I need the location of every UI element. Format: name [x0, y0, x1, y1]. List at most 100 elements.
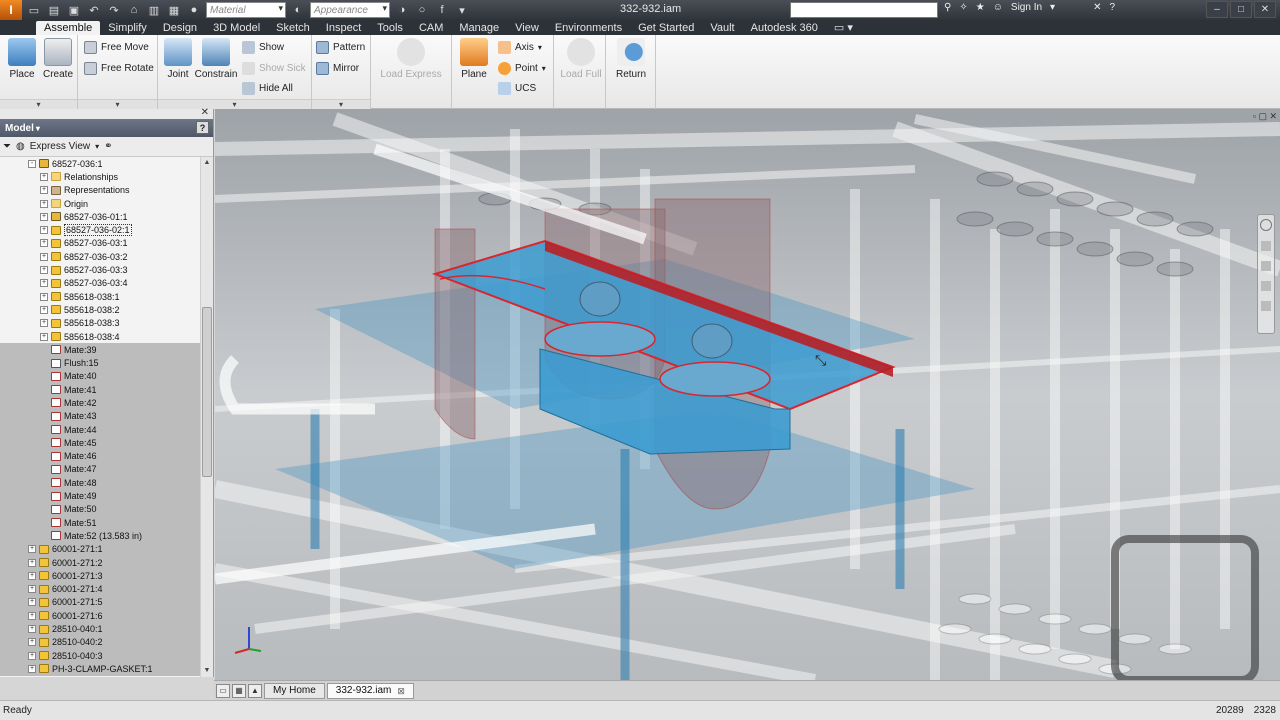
select-icon[interactable]: ▦: [166, 3, 182, 17]
search-input[interactable]: [790, 2, 938, 18]
redo-icon[interactable]: ↷: [106, 3, 122, 17]
tree-node[interactable]: + Representations: [0, 184, 200, 197]
tab-vault[interactable]: Vault: [702, 21, 742, 35]
new-icon[interactable]: ▭: [26, 3, 42, 17]
tab-my-home[interactable]: My Home: [264, 682, 325, 699]
filter-icon[interactable]: ⏷: [3, 141, 11, 152]
tree-node[interactable]: +68527-036-01:1: [0, 210, 200, 223]
tree-node[interactable]: +68527-036-03:1: [0, 237, 200, 250]
expand-icon[interactable]: +: [40, 279, 48, 288]
tree-node[interactable]: +68527-036-03:4: [0, 277, 200, 290]
expand-icon[interactable]: +: [40, 186, 48, 195]
tree-node[interactable]: Mate:42: [0, 396, 200, 410]
hide-all-button[interactable]: Hide All: [242, 79, 293, 97]
position-group-expander[interactable]: ▾: [78, 99, 157, 109]
tab-inspect[interactable]: Inspect: [318, 21, 369, 35]
tree-node[interactable]: Mate:43: [0, 409, 200, 423]
adjust-icon[interactable]: ◑: [394, 3, 410, 17]
viewport-window-controls[interactable]: ▫ ▢ ✕: [1253, 111, 1277, 122]
tree-node[interactable]: +60001-271:6: [0, 609, 200, 623]
axis-button[interactable]: Axis ▾: [498, 38, 542, 56]
tree-node[interactable]: Mate:49: [0, 489, 200, 503]
expand-icon[interactable]: +: [28, 664, 36, 673]
tree-node[interactable]: +60001-271:1: [0, 542, 200, 556]
tree-node[interactable]: - 68527-036:1: [0, 157, 200, 170]
tab-get-started[interactable]: Get Started: [630, 21, 702, 35]
subscription-icon[interactable]: ✧: [959, 2, 967, 13]
tree-node[interactable]: Mate:40: [0, 369, 200, 384]
tab-document[interactable]: 332-932.iam ⊠: [326, 682, 414, 699]
expand-icon[interactable]: +: [40, 212, 48, 221]
load-express-button[interactable]: Load Express: [379, 38, 443, 80]
graphics-viewport[interactable]: ▫ ▢ ✕ ⤡: [215, 109, 1280, 680]
relationships-group-expander[interactable]: ▾: [158, 99, 311, 109]
load-full-button[interactable]: Load Full: [558, 38, 604, 80]
appearance-combo[interactable]: Appearance ▾: [310, 2, 390, 18]
pattern-button[interactable]: Pattern: [316, 38, 365, 56]
help-icon[interactable]: ?: [196, 121, 209, 134]
tree-node[interactable]: +28510-040:3: [0, 648, 200, 663]
expand-icon[interactable]: +: [28, 585, 36, 594]
tree-node[interactable]: +28510-040:2: [0, 635, 200, 649]
tree-node[interactable]: +60001-271:5: [0, 595, 200, 610]
tree-node[interactable]: Mate:52 (13.583 in): [0, 529, 200, 543]
joint-button[interactable]: Joint: [158, 38, 198, 80]
grid-windows-icon[interactable]: ▦: [232, 683, 246, 698]
scroll-thumb[interactable]: [202, 307, 212, 477]
exchange-icon[interactable]: ✕: [1093, 2, 1101, 13]
pan-icon[interactable]: [1261, 241, 1271, 251]
binoculars-icon[interactable]: ⚲: [944, 2, 951, 13]
expand-icon[interactable]: +: [28, 598, 36, 607]
tree-node[interactable]: Mate:48: [0, 476, 200, 490]
clear-icon[interactable]: ○: [414, 3, 430, 17]
tab-assemble[interactable]: Assemble: [36, 21, 101, 35]
tree-node[interactable]: + PH-3-CLAMP-GASKET:1: [0, 662, 200, 676]
tree-node[interactable]: Mate:46: [0, 449, 200, 463]
scroll-up-icon[interactable]: ▲: [201, 157, 213, 169]
expand-icon[interactable]: +: [28, 545, 36, 554]
expand-icon[interactable]: +: [40, 332, 48, 341]
expand-icon[interactable]: +: [40, 319, 48, 328]
tree-node[interactable]: Mate:44: [0, 422, 200, 437]
show-sick-button[interactable]: Show Sick: [242, 59, 306, 77]
expand-icon[interactable]: +: [28, 651, 36, 660]
material-combo[interactable]: Material ▾: [206, 2, 286, 18]
navigation-bar[interactable]: [1257, 214, 1275, 334]
fx-icon[interactable]: f: [434, 3, 450, 17]
tab-design[interactable]: Design: [155, 21, 205, 35]
point-button[interactable]: Point ▾: [498, 59, 546, 77]
express-view-label[interactable]: Express View: [30, 141, 90, 152]
browser-header[interactable]: Model ▾ ?: [0, 119, 213, 137]
look-at-icon[interactable]: [1261, 301, 1271, 311]
help-icon[interactable]: ?: [1109, 2, 1115, 13]
tab-sketch[interactable]: Sketch: [268, 21, 318, 35]
expand-icon[interactable]: +: [28, 638, 36, 647]
tab-menu-icon[interactable]: ▲: [248, 683, 262, 698]
tree-node[interactable]: Mate:41: [0, 383, 200, 397]
tree-node[interactable]: + Relationships: [0, 170, 200, 183]
steering-wheel-icon[interactable]: [1260, 219, 1272, 231]
pattern-group-expander[interactable]: ▾: [312, 99, 370, 109]
tab-autodesk-360[interactable]: Autodesk 360: [743, 21, 826, 35]
tab-simplify[interactable]: Simplify: [100, 21, 155, 35]
tab-cam[interactable]: CAM: [411, 21, 451, 35]
constrain-button[interactable]: Constrain: [194, 38, 238, 80]
tree-node[interactable]: +60001-271:3: [0, 569, 200, 583]
save-icon[interactable]: ▣: [66, 3, 82, 17]
tree-node[interactable]: Mate:39: [0, 343, 200, 357]
show-button[interactable]: Show: [242, 38, 284, 56]
tab-3d-model[interactable]: 3D Model: [205, 21, 268, 35]
tile-windows-icon[interactable]: ▭: [216, 683, 230, 698]
tree-node[interactable]: Mate:45: [0, 436, 200, 450]
orbit-icon[interactable]: [1261, 281, 1271, 291]
app-logo-button[interactable]: I: [0, 0, 22, 20]
create-button[interactable]: Create: [38, 38, 78, 80]
minimize-icon[interactable]: –: [1206, 1, 1228, 18]
tab-manage[interactable]: Manage: [451, 21, 507, 35]
collapse-icon[interactable]: -: [28, 159, 36, 168]
expand-icon[interactable]: +: [40, 305, 48, 314]
binoculars-icon[interactable]: ⚭: [104, 141, 112, 152]
expand-icon[interactable]: +: [28, 571, 36, 580]
scroll-down-icon[interactable]: ▼: [201, 665, 213, 677]
more-icon[interactable]: ▾: [454, 3, 470, 17]
